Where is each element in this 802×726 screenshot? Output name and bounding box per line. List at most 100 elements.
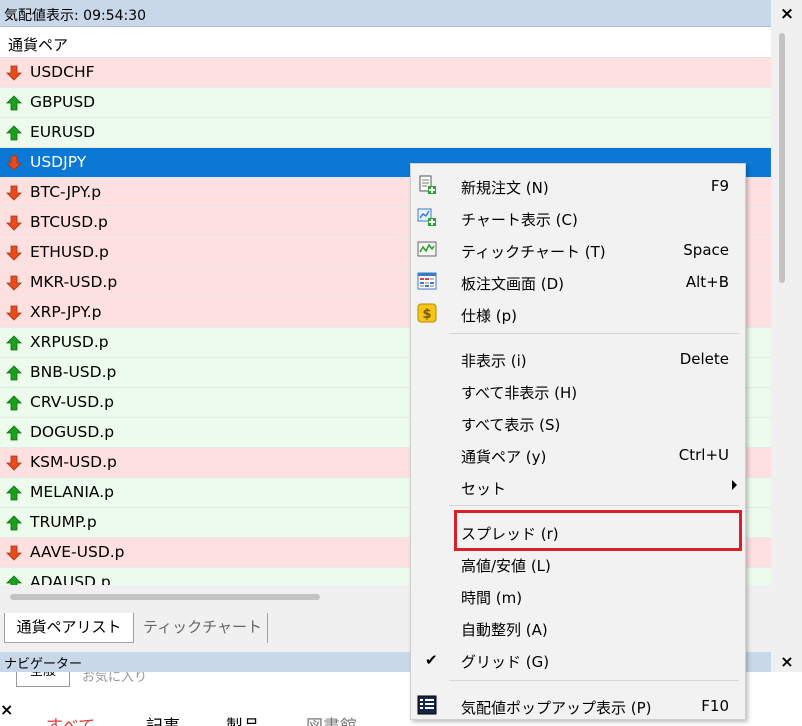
- close-icon[interactable]: ×: [0, 700, 13, 719]
- bottom-item-library[interactable]: 図書館: [306, 712, 357, 726]
- menu-item[interactable]: 通貨ペア (y) Ctrl+U: [411, 438, 745, 470]
- up-arrow-icon: [6, 335, 22, 351]
- symbol-name: AAVE-USD.p: [30, 543, 125, 561]
- menu-item[interactable]: 板注文画面 (D) Alt+B: [411, 265, 745, 297]
- context-menu: 新規注文 (N) F9 チャート表示 (C) ティックチャート (T) Space 板注文…: [410, 163, 746, 720]
- menu-item-label: 仕様 (p): [461, 307, 517, 325]
- symbol-name: BTCUSD.p: [30, 213, 108, 231]
- symbol-name: BTC-JPY.p: [30, 183, 102, 201]
- menu-item-label: 非表示 (i): [461, 352, 527, 370]
- bottom-item-articles[interactable]: 記事: [146, 712, 180, 726]
- menu-item-shortcut: F10: [701, 697, 729, 715]
- up-arrow-icon: [6, 575, 22, 585]
- symbol-name: ADAUSD.p: [30, 573, 111, 585]
- menu-item-label: 気配値ポップアップ表示 (P): [461, 699, 652, 717]
- menu-item-shortcut: Delete: [679, 350, 729, 368]
- bottom-item-all[interactable]: すべて: [46, 712, 95, 726]
- symbol-name: MELANIA.p: [30, 483, 115, 501]
- symbol-name: XRPUSD.p: [30, 333, 109, 351]
- symbol-name: USDCHF: [30, 63, 95, 81]
- navigator-close-icon[interactable]: ×: [776, 652, 798, 672]
- down-arrow-icon: [6, 455, 22, 471]
- navigator-tab-favorites[interactable]: お気に入り: [82, 672, 147, 685]
- symbol-name: DOGUSD.p: [30, 423, 115, 441]
- down-arrow-icon: [6, 245, 22, 261]
- symbol-name: BNB-USD.p: [30, 363, 117, 381]
- depth-of-market-icon: [417, 271, 437, 291]
- new-order-icon: [417, 175, 437, 195]
- down-arrow-icon: [6, 275, 22, 291]
- symbol-row[interactable]: GBPUSD: [0, 88, 771, 118]
- menu-item[interactable]: スプレッド (r): [411, 515, 745, 547]
- menu-item-label: 通貨ペア (y): [461, 448, 547, 466]
- menu-item[interactable]: ✔ グリッド (G): [411, 643, 745, 675]
- up-arrow-icon: [6, 365, 22, 381]
- up-arrow-icon: [6, 515, 22, 531]
- menu-item-label: グリッド (G): [461, 653, 550, 671]
- down-arrow-icon: [6, 155, 22, 171]
- menu-item[interactable]: 非表示 (i) Delete: [411, 342, 745, 374]
- menu-item-label: 時間 (m): [461, 589, 523, 607]
- close-icon[interactable]: ×: [776, 4, 798, 24]
- menu-item[interactable]: 時間 (m): [411, 579, 745, 611]
- menu-item-shortcut: Alt+B: [685, 273, 729, 291]
- menu-item[interactable]: 高値/安値 (L): [411, 547, 745, 579]
- menu-item-label: ティックチャート (T): [461, 243, 606, 261]
- menu-item-label: 自動整列 (A): [461, 621, 548, 639]
- menu-item[interactable]: 気配値ポップアップ表示 (P) F10: [411, 689, 745, 721]
- menu-item-label: 板注文画面 (D): [461, 275, 565, 293]
- symbol-name: GBPUSD: [30, 93, 96, 111]
- menu-item[interactable]: ティックチャート (T) Space: [411, 233, 745, 265]
- menu-item-label: チャート表示 (C): [461, 211, 578, 229]
- menu-item-label: 高値/安値 (L): [461, 557, 551, 575]
- horizontal-scroll-thumb[interactable]: [10, 594, 320, 600]
- symbol-name: KSM-USD.p: [30, 453, 117, 471]
- symbol-name: USDJPY: [30, 153, 87, 171]
- column-header[interactable]: 通貨ペア: [0, 27, 771, 58]
- symbol-name: EURUSD: [30, 123, 96, 141]
- up-arrow-icon: [6, 395, 22, 411]
- down-arrow-icon: [6, 545, 22, 561]
- menu-separator: [449, 505, 739, 506]
- symbol-row[interactable]: EURUSD: [0, 118, 771, 148]
- menu-item[interactable]: セット: [411, 470, 745, 502]
- navigator-tab-general[interactable]: 全般: [16, 672, 70, 687]
- submenu-arrow-icon: [732, 480, 737, 490]
- down-arrow-icon: [6, 65, 22, 81]
- tab-symbols[interactable]: 通貨ペアリスト: [4, 613, 134, 643]
- menu-item-label: スプレッド (r): [461, 525, 559, 543]
- menu-item-label: すべて非表示 (H): [461, 384, 578, 402]
- svg-text:$: $: [422, 307, 431, 322]
- symbol-name: XRP-JPY.p: [30, 303, 102, 321]
- menu-item[interactable]: すべて非表示 (H): [411, 374, 745, 406]
- navigator-title: ナビゲーター: [4, 657, 83, 672]
- menu-separator: [449, 333, 739, 334]
- menu-item-shortcut: F9: [710, 177, 729, 195]
- window-title-bar: 気配値表示: 09:54:30: [0, 0, 771, 27]
- up-arrow-icon: [6, 95, 22, 111]
- menu-item[interactable]: チャート表示 (C): [411, 201, 745, 233]
- checkmark-icon: ✔: [425, 651, 438, 669]
- bottom-item-products[interactable]: 製品: [226, 712, 260, 726]
- menu-item-label: 新規注文 (N): [461, 179, 549, 197]
- menu-item[interactable]: 新規注文 (N) F9: [411, 169, 745, 201]
- menu-item[interactable]: すべて表示 (S): [411, 406, 745, 438]
- chart-window-icon: [417, 207, 437, 227]
- menu-item[interactable]: 自動整列 (A): [411, 611, 745, 643]
- up-arrow-icon: [6, 425, 22, 441]
- menu-item-shortcut: Space: [683, 241, 729, 259]
- symbol-name: MKR-USD.p: [30, 273, 118, 291]
- down-arrow-icon: [6, 305, 22, 321]
- symbol-row[interactable]: USDCHF: [0, 58, 771, 88]
- column-header-label: 通貨ペア: [8, 36, 69, 54]
- tab-tick-chart[interactable]: ティックチャート: [138, 613, 268, 643]
- vertical-scroll-thumb[interactable]: [779, 33, 785, 283]
- menu-item[interactable]: $ 仕様 (p): [411, 297, 745, 329]
- menu-item-label: セット: [461, 480, 507, 498]
- dollar-icon: $: [417, 303, 437, 323]
- symbol-name: TRUMP.p: [30, 513, 97, 531]
- down-arrow-icon: [6, 185, 22, 201]
- vertical-scrollbar[interactable]: [771, 27, 802, 585]
- window-title: 気配値表示: 09:54:30: [4, 8, 147, 24]
- symbol-name: ETHUSD.p: [30, 243, 109, 261]
